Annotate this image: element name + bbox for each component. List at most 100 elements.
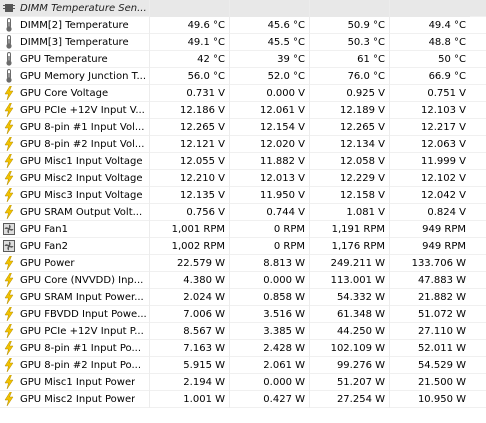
sensor-label: GPU PCIe +12V Input P... [20,325,144,337]
sensor-label: DIMM[2] Temperature [20,19,129,31]
current-value: 49.6 °C [150,16,230,34]
current-value: 49.1 °C [150,33,230,51]
table-row[interactable]: GPU SRAM Output Volt... 0.756 V 0.744 V 1.0… [0,203,486,221]
min-value: 0.427 W [230,390,310,408]
sensor-name-cell: DIMM[2] Temperature [0,16,150,34]
table-row[interactable]: GPU Power 22.579 W 8.813 W 249.211 W 133.706… [0,254,486,272]
current-value: 1,001 RPM [150,220,230,238]
table-row[interactable]: GPU 8-pin #2 Input Vol... 12.121 V 12.020 … [0,135,486,153]
sensor-name-cell: GPU PCIe +12V Input V... [0,101,150,119]
lightning-icon [3,392,15,406]
current-value: 22.579 W [150,254,230,272]
table-row[interactable]: GPU Core (NVVDD) Inp... 4.380 W 0.000 W 113… [0,271,486,289]
table-row[interactable]: GPU Temperature 42 °C 39 °C 61 °C 50 °C [0,50,486,68]
max-value: 12.265 V [310,118,390,136]
lightning-icon [3,205,15,219]
max-value: 54.332 W [310,288,390,306]
table-row[interactable]: GPU FBVDD Input Powe... 7.006 W 3.516 W 61.… [0,305,486,323]
current-value: 2.194 W [150,373,230,391]
sensor-label: GPU PCIe +12V Input V... [20,104,145,116]
table-row[interactable]: GPU Core Voltage 0.731 V 0.000 V 0.925 V 0.7… [0,84,486,102]
section-header-dimm-temperature[interactable]: DIMM Temperature Sen... [0,0,486,17]
table-row[interactable]: GPU Misc1 Input Voltage 12.055 V 11.882 V1… [0,152,486,170]
fan-icon [3,222,15,236]
table-row[interactable]: GPU SRAM Input Power... 2.024 W 0.858 W 54.… [0,288,486,306]
max-value: 12.058 V [310,152,390,170]
avg-value: 12.102 V [420,172,466,184]
sensor-name-cell: GPU Misc3 Input Voltage [0,186,150,204]
current-value: 12.121 V [150,135,230,153]
sensor-name-cell: GPU 8-pin #1 Input Vol... [0,118,150,136]
sensor-label: GPU Misc1 Input Voltage [20,155,143,167]
table-row[interactable]: GPU 8-pin #1 Input Vol... 12.265 V 12.154 … [0,118,486,136]
table-row[interactable]: GPU Memory Junction T... 56.0 °C 52.0 °C 76… [0,67,486,85]
lightning-icon [3,307,15,321]
min-value: 0.000 W [230,271,310,289]
chip-icon [3,1,15,15]
current-value: 0.731 V [150,84,230,102]
lightning-icon [3,290,15,304]
table-row[interactable]: GPU Fan2 1,002 RPM 0 RPM 1,176 RPM 949 RPM [0,237,486,255]
min-value: 3.516 W [230,305,310,323]
lightning-icon [3,188,15,202]
table-row[interactable]: GPU Misc1 Input Power 2.194 W 0.000 W 51.20… [0,373,486,391]
max-value: 1,176 RPM [310,237,390,255]
sensor-name-cell: GPU Memory Junction T... [0,67,150,85]
sensor-table: DIMM Temperature Sen... DIMM[2] Temperat… [0,0,486,408]
current-value: 4.380 W [150,271,230,289]
thermometer-icon [3,69,15,83]
min-value: 12.061 V [230,101,310,119]
sensor-name-cell: GPU Misc1 Input Power [0,373,150,391]
sensor-label: GPU 8-pin #2 Input Vol... [20,138,145,150]
min-value: 39 °C [230,50,310,68]
sensor-label: GPU 8-pin #2 Input Po... [20,359,142,371]
min-value: 12.013 V [230,169,310,187]
max-value: 1,191 RPM [310,220,390,238]
lightning-icon [3,154,15,168]
avg-value: 11.999 V [420,155,466,167]
section-title: DIMM Temperature Sen... [20,2,147,14]
sensor-name-cell: GPU Core Voltage [0,84,150,102]
min-value: 0.000 W [230,373,310,391]
avg-value: 51.072 W [417,308,466,320]
max-value: 12.189 V [310,101,390,119]
min-value: 0.858 W [230,288,310,306]
table-row[interactable]: GPU PCIe +12V Input P... 8.567 W 3.385 W 44… [0,322,486,340]
sensor-label: GPU Misc1 Input Power [20,376,136,388]
table-row[interactable]: GPU Misc2 Input Voltage 12.210 V 12.013 V1… [0,169,486,187]
lightning-icon [3,86,15,100]
avg-value: 27.110 W [417,325,466,337]
sensor-name-cell: GPU Fan2 [0,237,150,255]
table-row[interactable]: DIMM[3] Temperature 49.1 °C 45.5 °C 50.3 °C… [0,33,486,51]
table-row[interactable]: GPU 8-pin #1 Input Po... 7.163 W 2.428 W 10… [0,339,486,357]
sensor-label: DIMM[3] Temperature [20,36,129,48]
sensor-name-cell: GPU SRAM Input Power... [0,288,150,306]
avg-value: 50 °C [438,53,466,65]
sensor-label: GPU SRAM Input Power... [20,291,144,303]
current-value: 12.135 V [150,186,230,204]
current-value: 42 °C [150,50,230,68]
current-value: 12.055 V [150,152,230,170]
min-value: 0.000 V [230,84,310,102]
sensor-label: GPU Misc2 Input Voltage [20,172,143,184]
sensor-label: GPU Misc3 Input Voltage [20,189,143,201]
table-row[interactable]: GPU PCIe +12V Input V... 12.186 V 12.061 V… [0,101,486,119]
avg-value: 0.751 V [427,87,466,99]
sensor-label: GPU FBVDD Input Powe... [20,308,147,320]
sensor-label: GPU Core Voltage [20,87,109,99]
table-row[interactable]: GPU Misc2 Input Power 1.001 W 0.427 W 27.25… [0,390,486,408]
max-value: 61.348 W [310,305,390,323]
min-value: 12.020 V [230,135,310,153]
table-row[interactable]: GPU Misc3 Input Voltage 12.135 V 11.950 V1… [0,186,486,204]
avg-value: 949 RPM [422,240,466,252]
table-row[interactable]: GPU Fan1 1,001 RPM 0 RPM 1,191 RPM 949 RPM [0,220,486,238]
max-value: 12.134 V [310,135,390,153]
table-row[interactable]: GPU 8-pin #2 Input Po... 5.915 W 2.061 W 99… [0,356,486,374]
min-value: 0 RPM [230,220,310,238]
min-value: 2.061 W [230,356,310,374]
lightning-icon [3,256,15,270]
avg-value: 49.4 °C [428,19,466,31]
table-row[interactable]: DIMM[2] Temperature 49.6 °C 45.6 °C 50.9 °C… [0,16,486,34]
sensor-label: GPU 8-pin #1 Input Vol... [20,121,145,133]
max-value: 1.081 V [310,203,390,221]
